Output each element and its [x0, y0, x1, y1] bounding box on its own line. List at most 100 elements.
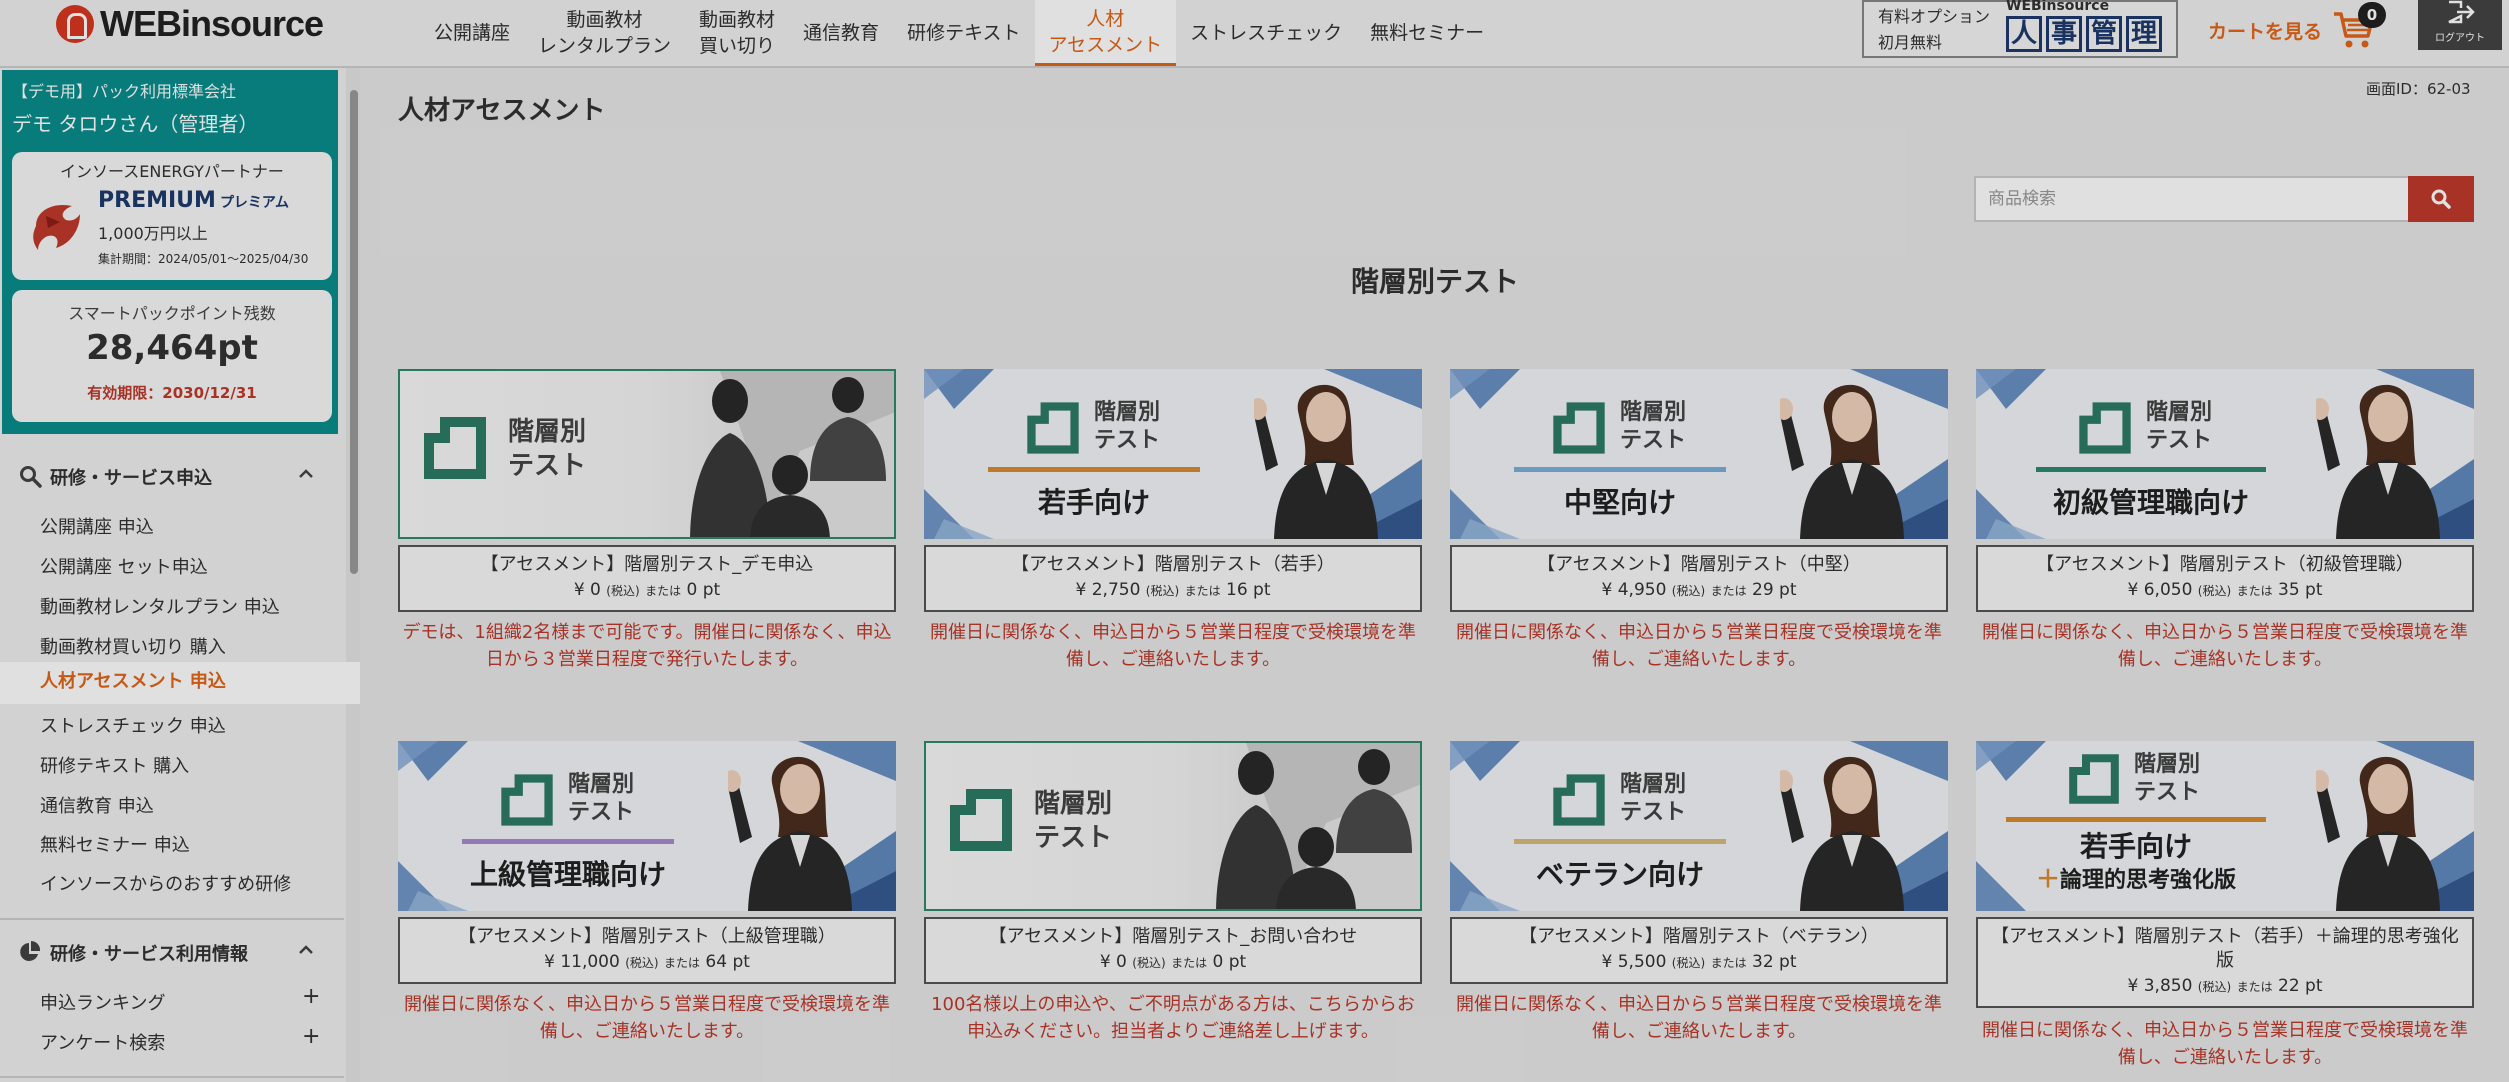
logo[interactable]: WEBinsource	[56, 0, 324, 48]
chevron-up-icon[interactable]	[298, 942, 314, 958]
sidebar-item-public-course-set[interactable]: 公開講座 セット申込	[0, 549, 360, 587]
option-brand: WEBinsource	[2006, 0, 2110, 14]
crest-icon	[33, 204, 80, 250]
product-name: 【アセスメント】階層別テスト_お問い合わせ	[988, 926, 1358, 947]
business-people-image	[1216, 743, 1420, 909]
nav-public-course[interactable]: 公開講座	[420, 0, 524, 66]
logout-button[interactable]: ログアウト	[2418, 0, 2502, 50]
sidebar-item-stress-check[interactable]: ストレスチェック 申込	[0, 708, 360, 746]
product-info[interactable]: 【アセスメント】階層別テスト（ベテラン） ¥ 5,500 (税込) または 32…	[1450, 917, 1948, 984]
pie-chart-icon	[20, 940, 41, 961]
points-card: スマートパックポイント残数 28,464pt 有効期限：2030/12/31	[12, 290, 332, 422]
product-banner[interactable]: 階層別 テスト 初級管理職向け	[1976, 369, 2474, 539]
jinji-kanri-logo: 人 事 管 理	[2006, 16, 2162, 52]
sidebar-item-assessment[interactable]: 人材アセスメント 申込	[0, 662, 360, 704]
product-name: 【アセスメント】階層別テスト（若手）	[1011, 554, 1335, 575]
product-banner[interactable]: 階層別 テスト	[924, 741, 1422, 911]
expand-survey-icon[interactable]: +	[302, 1024, 320, 1049]
stairs-icon	[1027, 402, 1079, 454]
screen-id: 画面ID：62-03	[2366, 80, 2471, 98]
product-name: 【アセスメント】階層別テスト（中堅）	[1537, 554, 1861, 575]
product-banner[interactable]: 階層別 テスト	[398, 369, 896, 539]
page-title: 人材アセスメント	[398, 96, 606, 126]
sidebar-item-recommended[interactable]: インソースからのおすすめ研修	[0, 866, 360, 904]
product-note: 開催日に関係なく、申込日から５営業日程度で受検環境を準備し、ご連絡いたします。	[1456, 622, 1942, 670]
product-banner[interactable]: 階層別 テスト 上級管理職向け	[398, 741, 896, 911]
product-name: 【アセスメント】階層別テスト（若手）＋論理的思考強化版	[1991, 926, 2459, 971]
banner-target: 上級管理職向け	[469, 858, 666, 891]
sidebar-divider	[0, 918, 344, 920]
company-name: 【デモ用】パック利用標準会社	[12, 82, 237, 101]
partner-rank-jp: プレミアム	[219, 195, 289, 211]
expand-ranking-icon[interactable]: +	[302, 984, 320, 1009]
product-price: ¥ 5,500 (税込) または 32 pt	[1601, 952, 1797, 972]
cart-button[interactable]: カートを見る	[2208, 10, 2376, 50]
product-note[interactable]: 100名様以上の申込や、ご不明点がある方は、こちらからお申込みください。担当者よ…	[924, 991, 1422, 1045]
product-info[interactable]: 【アセスメント】階層別テスト（若手） ¥ 2,750 (税込) または 16 p…	[924, 545, 1422, 612]
sidebar-item-free-seminar[interactable]: 無料セミナー 申込	[0, 827, 360, 865]
nav-correspondence[interactable]: 通信教育	[789, 0, 893, 66]
product-name: 【アセスメント】階層別テスト（初級管理職）	[2036, 554, 2414, 575]
points-value: 28,464pt	[86, 328, 258, 368]
search-input[interactable]	[1974, 176, 2410, 222]
stairs-icon	[424, 417, 486, 479]
sidebar-item-text[interactable]: 研修テキスト 購入	[0, 748, 360, 786]
sidebar-scroll-thumb[interactable]	[350, 90, 358, 574]
woman-waving-image	[728, 756, 852, 911]
level-rule	[2006, 817, 2266, 822]
product-banner[interactable]: 階層別 テスト 中堅向け	[1450, 369, 1948, 539]
chevron-up-icon[interactable]	[298, 466, 314, 482]
product-info[interactable]: 【アセスメント】階層別テスト（上級管理職） ¥ 11,000 (税込) または …	[398, 917, 896, 984]
cart-count-badge: 0	[2358, 2, 2386, 28]
section-service-apply[interactable]: 研修・サービス申込	[0, 456, 344, 496]
nav-stress-check[interactable]: ストレスチェック	[1176, 0, 1356, 66]
product-info[interactable]: 【アセスメント】階層別テスト（中堅） ¥ 4,950 (税込) または 29 p…	[1450, 545, 1948, 612]
sidebar-item-correspondence[interactable]: 通信教育 申込	[0, 788, 360, 826]
business-people-image	[690, 371, 894, 537]
banner-target: 初級管理職向け	[2052, 486, 2249, 519]
nav-free-seminar[interactable]: 無料セミナー	[1356, 0, 1498, 66]
product-info[interactable]: 【アセスメント】階層別テスト_お問い合わせ ¥ 0 (税込) または 0 pt	[924, 917, 1422, 984]
banner-target: 中堅向け	[1563, 486, 1676, 519]
level-rule	[2036, 467, 2266, 472]
product-price: ¥ 0 (税込) または 0 pt	[1099, 952, 1247, 972]
product-banner[interactable]: 階層別 テスト 若手向け ＋論理的思考強化版	[1976, 741, 2474, 911]
banner-target: 若手向け	[1037, 486, 1150, 519]
product-info[interactable]: 【アセスメント】階層別テスト（初級管理職） ¥ 6,050 (税込) または 3…	[1976, 545, 2474, 612]
product-banner[interactable]: 階層別 テスト 若手向け	[924, 369, 1422, 539]
banner-target: ベテラン向け	[1535, 858, 1704, 891]
product-note: 開催日に関係なく、申込日から５営業日程度で受検環境を準備し、ご連絡いたします。	[404, 994, 890, 1042]
product-note: 開催日に関係なく、申込日から５営業日程度で受検環境を準備し、ご連絡いたします。	[1456, 994, 1942, 1042]
product-info[interactable]: 【アセスメント】階層別テスト_デモ申込 ¥ 0 (税込) または 0 pt	[398, 545, 896, 612]
product-search	[1974, 176, 2474, 222]
product-name: 【アセスメント】階層別テスト_デモ申込	[480, 554, 814, 575]
level-rule	[1514, 467, 1726, 472]
nav-assessment[interactable]: 人材 アセスメント	[1034, 0, 1177, 66]
product-info[interactable]: 【アセスメント】階層別テスト（若手）＋論理的思考強化版 ¥ 3,850 (税込)…	[1976, 917, 2474, 1008]
stairs-icon	[950, 789, 1012, 851]
nav-video-purchase[interactable]: 動画教材 買い切り	[685, 0, 789, 66]
option-label: 有料オプション	[1878, 7, 1991, 26]
woman-waving-image	[2316, 384, 2440, 539]
user-name: デモ タロウさん（管理者）	[12, 112, 259, 136]
main-nav: 公開講座 動画教材 レンタルプラン 動画教材 買い切り 通信教育 研修テキスト 人材…	[420, 0, 1498, 66]
section-service-info[interactable]: 研修・サービス利用情報	[0, 932, 344, 972]
product-name: 【アセスメント】階層別テスト（上級管理職）	[458, 926, 836, 947]
woman-waving-image	[1254, 384, 1378, 539]
search-icon	[2431, 189, 2451, 209]
sidebar-item-video-rental[interactable]: 動画教材レンタルプラン 申込	[0, 589, 360, 627]
sidebar-item-public-course[interactable]: 公開講座 申込	[0, 509, 360, 547]
nav-text[interactable]: 研修テキスト	[893, 0, 1034, 66]
product-banner[interactable]: 階層別 テスト ベテラン向け	[1450, 741, 1948, 911]
nav-video-rental[interactable]: 動画教材 レンタルプラン	[524, 0, 685, 66]
option-free-label: 初月無料	[1878, 33, 1943, 52]
product-price: ¥ 2,750 (税込) または 16 pt	[1075, 580, 1271, 600]
woman-waving-image	[1780, 756, 1904, 911]
hr-option-banner[interactable]: 有料オプション 初月無料 WEBinsource 人 事 管 理	[1862, 0, 2178, 58]
stairs-icon	[2069, 754, 2119, 804]
product-price: ¥ 4,950 (税込) または 29 pt	[1601, 580, 1797, 600]
product-price: ¥ 3,850 (税込) または 22 pt	[2127, 976, 2323, 996]
partner-rank: PREMIUM	[98, 188, 216, 213]
search-icon	[20, 466, 42, 488]
search-button[interactable]	[2408, 176, 2474, 222]
